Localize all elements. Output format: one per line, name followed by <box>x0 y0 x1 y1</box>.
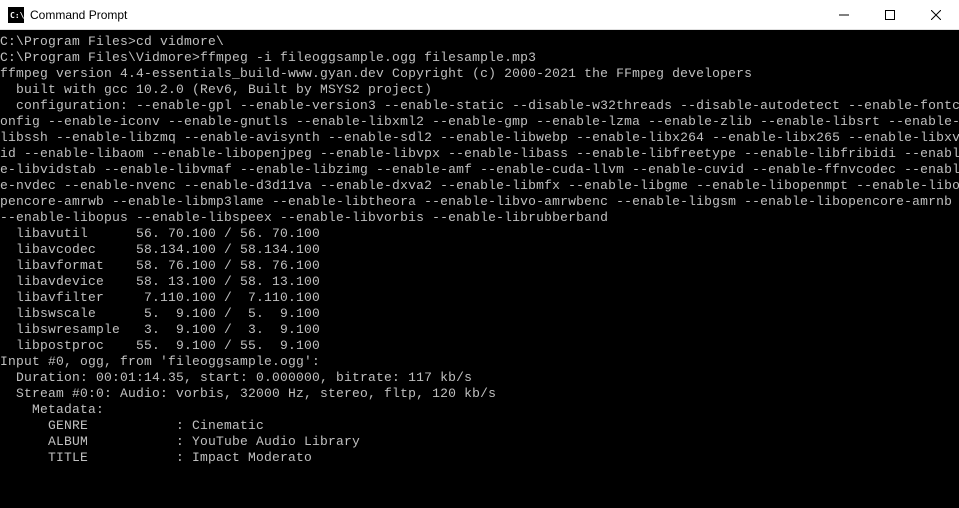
close-button[interactable] <box>913 0 959 29</box>
window-controls <box>821 0 959 29</box>
terminal-line: e-libvidstab --enable-libvmaf --enable-l… <box>0 162 959 178</box>
terminal-line: libavutil 56. 70.100 / 56. 70.100 <box>0 226 959 242</box>
terminal-line: libavcodec 58.134.100 / 58.134.100 <box>0 242 959 258</box>
svg-text:C:\: C:\ <box>10 11 24 20</box>
terminal-line: pencore-amrwb --enable-libmp3lame --enab… <box>0 194 959 210</box>
minimize-button[interactable] <box>821 0 867 29</box>
terminal-line: --enable-libopus --enable-libspeex --ena… <box>0 210 959 226</box>
terminal-line: id --enable-libaom --enable-libopenjpeg … <box>0 146 959 162</box>
terminal-line: GENRE : Cinematic <box>0 418 959 434</box>
maximize-button[interactable] <box>867 0 913 29</box>
app-icon: C:\ <box>8 7 24 23</box>
terminal-line: built with gcc 10.2.0 (Rev6, Built by MS… <box>0 82 959 98</box>
terminal-line: ffmpeg version 4.4-essentials_build-www.… <box>0 66 959 82</box>
terminal-line: C:\Program Files>cd vidmore\ <box>0 34 959 50</box>
terminal-line: onfig --enable-iconv --enable-gnutls --e… <box>0 114 959 130</box>
terminal-line: libavfilter 7.110.100 / 7.110.100 <box>0 290 959 306</box>
terminal-line: C:\Program Files\Vidmore>ffmpeg -i fileo… <box>0 50 959 66</box>
terminal-line: Stream #0:0: Audio: vorbis, 32000 Hz, st… <box>0 386 959 402</box>
terminal-line: configuration: --enable-gpl --enable-ver… <box>0 98 959 114</box>
terminal-line: Input #0, ogg, from 'fileoggsample.ogg': <box>0 354 959 370</box>
terminal-line: libswscale 5. 9.100 / 5. 9.100 <box>0 306 959 322</box>
terminal-line: libavformat 58. 76.100 / 58. 76.100 <box>0 258 959 274</box>
titlebar: C:\ Command Prompt <box>0 0 959 30</box>
terminal-line: ALBUM : YouTube Audio Library <box>0 434 959 450</box>
terminal-line: libpostproc 55. 9.100 / 55. 9.100 <box>0 338 959 354</box>
terminal-output[interactable]: C:\Program Files>cd vidmore\C:\Program F… <box>0 30 959 508</box>
window-title: Command Prompt <box>30 8 821 22</box>
terminal-line: e-nvdec --enable-nvenc --enable-d3d11va … <box>0 178 959 194</box>
terminal-line: TITLE : Impact Moderato <box>0 450 959 466</box>
terminal-line: Metadata: <box>0 402 959 418</box>
command-prompt-window: C:\ Command Prompt C:\Program Files>cd v… <box>0 0 959 508</box>
terminal-line: libssh --enable-libzmq --enable-avisynth… <box>0 130 959 146</box>
terminal-line: libavdevice 58. 13.100 / 58. 13.100 <box>0 274 959 290</box>
terminal-line: Duration: 00:01:14.35, start: 0.000000, … <box>0 370 959 386</box>
terminal-line: libswresample 3. 9.100 / 3. 9.100 <box>0 322 959 338</box>
